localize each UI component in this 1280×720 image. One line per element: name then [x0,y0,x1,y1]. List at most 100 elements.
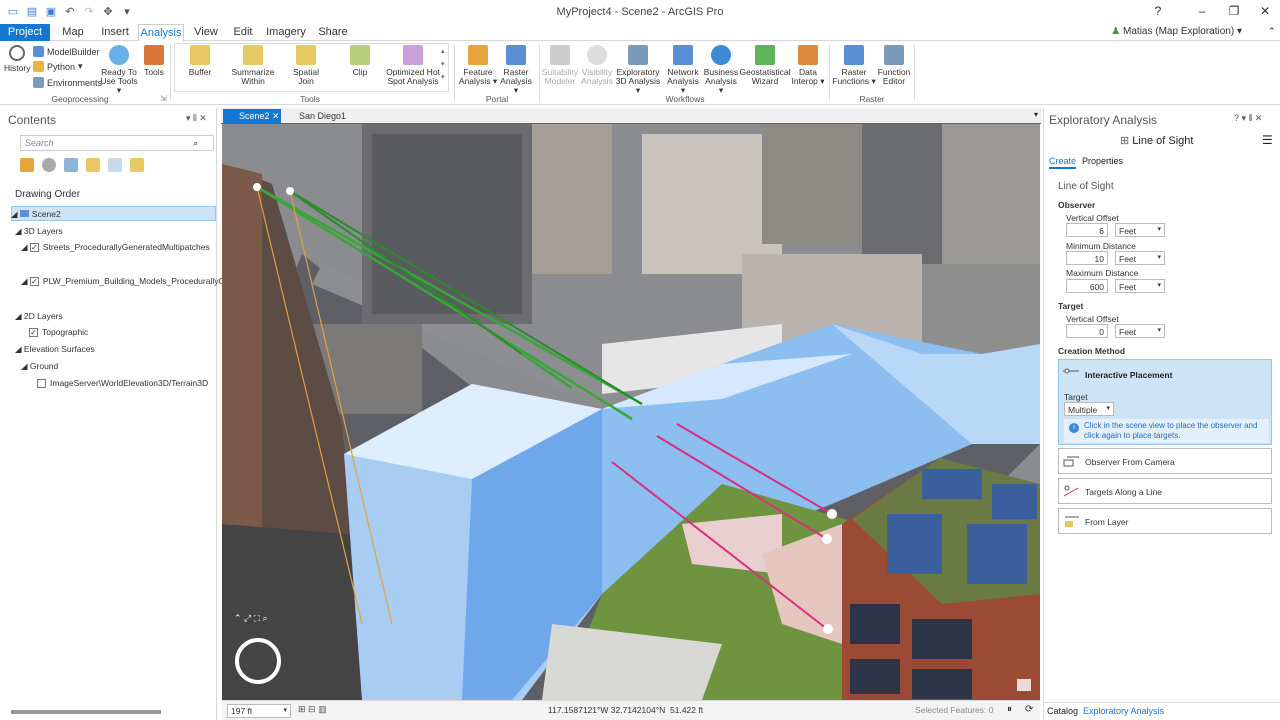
scene-canvas[interactable] [222,124,1040,700]
drawing-order-icon[interactable] [20,158,34,172]
status-tools-icon[interactable]: ⊞ ⊟ ▥ [298,704,327,715]
ready-to-use-tools-button[interactable]: Ready To Use Tools ▾ [98,45,140,95]
exploratory-3d-button[interactable]: Exploratory 3D Analysis ▾ [615,45,661,95]
minimize-button[interactable]: – [1192,4,1212,18]
layer-buildings[interactable]: ◢ ✓ PLW_Premium_Building_Models_Procedura… [21,276,235,287]
scene-overview-icon[interactable] [1017,679,1031,691]
tools-button[interactable]: Tools [142,45,166,77]
group-elevation[interactable]: ◢ Elevation Surfaces [15,344,95,355]
maximize-button[interactable]: ❐ [1224,4,1244,18]
geostatistical-wizard-button[interactable]: Geostatistical Wizard [739,45,791,86]
target-point-3[interactable] [823,624,833,634]
search-icon[interactable]: ⌕ [193,138,198,149]
view-tabs: Scene2 ✕ San Diego1 ▾ [221,108,1041,124]
history-button[interactable]: History [4,45,30,73]
snapping-icon[interactable] [108,158,122,172]
close-button[interactable]: ✕ [1255,4,1275,18]
pause-icon[interactable]: ⏸ [1007,704,1012,715]
layer-streets[interactable]: ◢ ✓ Streets_ProcedurallyGeneratedMultipat… [21,242,210,253]
tab-imagery[interactable]: Imagery [266,24,306,41]
visibility-analysis-button[interactable]: Visibility Analysis [579,45,615,86]
spatial-join-button[interactable]: Spatial Join [286,45,326,86]
maximum-distance-input[interactable]: 600 [1066,279,1108,293]
scale-field[interactable]: 197 ft ▾ [227,704,291,718]
environments-button[interactable]: Environments [33,77,102,88]
tab-project[interactable]: Project [0,24,50,41]
collapse-ribbon-icon[interactable]: ⌃ [1268,26,1276,37]
gallery-scroll-icon[interactable]: ▴ ▾ ▾ [441,45,445,84]
suitability-modeler-button[interactable]: Suitability Modeler [541,45,579,86]
from-layer-option[interactable]: From Layer [1058,508,1272,534]
observer-point-2[interactable] [286,187,294,195]
navigator-ring[interactable] [235,638,281,684]
tab-san-diego1[interactable]: San Diego1 [283,109,347,124]
refresh-icon[interactable]: ⟳ [1025,704,1033,715]
navigator-controls[interactable]: ⌃ ⤢ ⛶ ⌕ [234,613,294,625]
network-analysis-button[interactable]: Network Analysis ▾ [664,45,702,95]
target-offset-unit[interactable]: Feet [1115,324,1165,338]
editing-icon[interactable] [86,158,100,172]
tab-map[interactable]: Map [58,24,88,41]
target-point[interactable] [827,509,837,519]
tab-scene2[interactable]: Scene2 ✕ [223,109,281,124]
minimum-distance-unit[interactable]: Feet [1115,251,1165,265]
tab-properties[interactable]: Properties [1082,156,1123,166]
horizontal-scrollbar[interactable] [11,710,161,714]
vertical-offset-unit[interactable]: Feet [1115,223,1165,237]
layer-topographic[interactable]: ✓ Topographic [29,327,88,338]
python-button[interactable]: Python ▾ [33,61,83,72]
menu-icon[interactable]: ☰ [1262,133,1273,147]
function-editor-button[interactable]: Function Editor [876,45,912,86]
business-analysis-button[interactable]: Business Analysis ▾ [703,45,739,95]
target-offset-input[interactable]: 0 [1066,324,1108,338]
help-button[interactable]: ? [1148,4,1168,18]
contents-search-input[interactable]: Search [20,135,214,151]
pane-options-icon[interactable]: ▾ ⫴ ✕ [186,113,207,124]
tab-exploratory-analysis[interactable]: Exploratory Analysis [1083,706,1164,716]
modelbuilder-label: ModelBuilder [47,46,100,57]
buffer-button[interactable]: Buffer [180,45,220,77]
data-interop-button[interactable]: Data Interop ▾ [790,45,826,86]
hot-spot-button[interactable]: Optimized Hot Spot Analysis [386,45,440,86]
target-point-2[interactable] [822,534,832,544]
tab-insert[interactable]: Insert [98,24,132,41]
target-mode-select[interactable]: Multiple [1064,402,1114,416]
summarize-within-button[interactable]: Summarize Within [228,45,278,86]
tab-catalog[interactable]: Catalog [1047,706,1078,716]
elevation-source-checkbox[interactable] [37,379,46,389]
tab-edit[interactable]: Edit [228,24,258,41]
layer-buildings-checkbox[interactable]: ✓ [29,277,39,287]
vertical-offset-input[interactable]: 6 [1066,223,1108,237]
observer-from-camera-option[interactable]: Observer From Camera [1058,448,1272,474]
layer-streets-checkbox[interactable]: ✓ [29,243,39,253]
clip-button[interactable]: Clip [340,45,380,77]
dialog-launcher-icon[interactable]: ⇲ [160,94,167,103]
maximum-distance-unit[interactable]: Feet [1115,279,1165,293]
feature-analysis-button[interactable]: Feature Analysis ▾ [458,45,498,86]
scene-view[interactable]: ⌃ ⤢ ⛶ ⌕ [222,124,1040,700]
raster-functions-button[interactable]: Raster Functions ▾ [832,45,876,86]
ground-item[interactable]: ◢ Ground [21,361,58,372]
interactive-placement-option[interactable]: Interactive Placement Target Multiple i … [1058,359,1272,445]
user-account[interactable]: ♟ Matias (Map Exploration) ▾ [1111,26,1242,37]
selection-icon[interactable] [64,158,78,172]
scene-item[interactable]: ◢ Scene2 [11,209,61,220]
pane-options-icon[interactable]: ? ▾ ⫴ ✕ [1234,113,1262,124]
close-tab-icon[interactable]: ✕ [272,111,280,121]
tab-view[interactable]: View [190,24,222,41]
group-2d-layers[interactable]: ◢ 2D Layers [15,311,63,322]
layer-topographic-checkbox[interactable]: ✓ [29,328,38,338]
raster-analysis-button[interactable]: Raster Analysis ▾ [498,45,534,95]
labeling-icon[interactable] [130,158,144,172]
group-3d-layers[interactable]: ◢ 3D Layers [15,226,63,237]
tab-share[interactable]: Share [316,24,350,41]
observer-point[interactable] [253,183,261,191]
modelbuilder-button[interactable]: ModelBuilder [33,46,100,57]
tab-create[interactable]: Create [1049,156,1077,169]
tab-analysis[interactable]: Analysis [138,24,184,42]
minimum-distance-input[interactable]: 10 [1066,251,1108,265]
elevation-source[interactable]: ImageServer\WorldElevation3D/Terrain3D [37,378,208,389]
targets-along-line-option[interactable]: Targets Along a Line [1058,478,1272,504]
data-source-icon[interactable] [42,158,56,172]
view-menu-icon[interactable]: ▾ [1034,110,1038,119]
